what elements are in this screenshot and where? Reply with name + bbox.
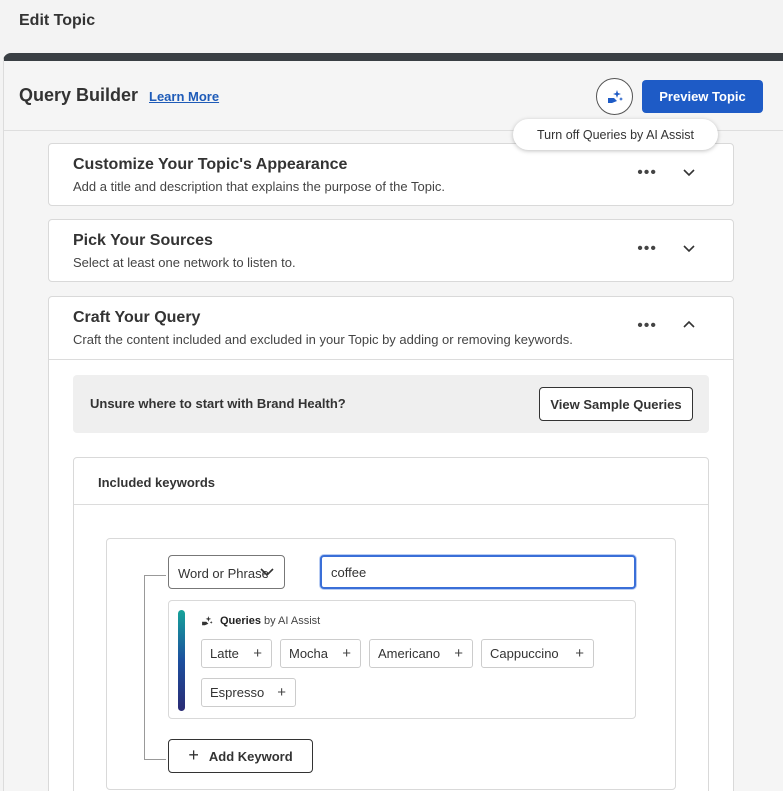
preview-topic-button[interactable]: Preview Topic [642,80,763,113]
chip-label: Espresso [210,685,265,700]
ai-gradient-bar [178,610,185,711]
suggestion-chip-cappuccino[interactable]: Cappuccino + [481,639,594,668]
add-keyword-button[interactable]: + Add Keyword [168,739,313,773]
plus-icon: + [253,645,262,662]
more-options-icon[interactable]: ••• [637,317,657,335]
section-sources[interactable]: Pick Your Sources Select at least one ne… [48,219,734,282]
section-appearance[interactable]: Customize Your Topic's Appearance Add a … [48,143,734,206]
plus-icon: + [188,744,199,765]
chevron-up-icon[interactable] [683,319,695,331]
page-header: Edit Topic [0,0,783,52]
section-title: Customize Your Topic's Appearance [73,156,348,173]
suggestion-chip-latte[interactable]: Latte + [201,639,272,668]
sample-queries-prompt: Unsure where to start with Brand Health? [90,396,346,411]
query-builder-title: Query Builder [19,85,139,105]
ai-assist-toggle-button[interactable] [596,78,633,115]
plus-icon: + [575,645,584,662]
section-description: Add a title and description that explain… [73,179,445,194]
page-title: Edit Topic [19,12,96,29]
keyword-group: Word or Phrase Queries by AI Assist [106,538,676,790]
ai-assist-icon [607,89,623,103]
section-header[interactable]: Craft Your Query Craft the content inclu… [49,297,733,360]
section-title: Pick Your Sources [73,232,213,249]
plus-icon: + [277,684,286,701]
more-options-icon[interactable]: ••• [637,164,657,182]
chip-label: Latte [210,646,239,661]
section-craft-query: Craft Your Query Craft the content inclu… [48,296,734,791]
ai-assist-icon [202,616,213,626]
section-title: Craft Your Query [73,309,201,326]
learn-more-link[interactable]: Learn More [149,89,219,104]
included-keywords-header: Included keywords [74,458,708,505]
more-options-icon[interactable]: ••• [637,240,657,258]
ai-label-strong: Queries [220,615,261,627]
suggestion-chip-mocha[interactable]: Mocha + [280,639,361,668]
plus-icon: + [342,645,351,662]
chip-label: Cappuccino [490,646,559,661]
ai-suggestions-box: Queries by AI Assist Latte + Mocha + Ameri… [168,600,636,719]
suggestion-chip-espresso[interactable]: Espresso + [201,678,296,707]
query-builder-panel: Query Builder Learn More Preview Topic T… [3,53,783,791]
keyword-input[interactable] [320,555,636,589]
group-connector-line [144,575,166,760]
add-keyword-label: Add Keyword [208,748,293,764]
ai-label-rest: by AI Assist [263,615,321,627]
chip-label: Americano [378,646,441,661]
section-description: Select at least one network to listen to… [73,255,296,270]
included-keywords-title: Included keywords [98,475,216,490]
match-type-value: Word or Phrase [178,566,269,581]
included-keywords-box: Included keywords Word or Phrase coffee … [73,457,709,791]
plus-icon: + [454,645,463,662]
suggestion-chip-americano[interactable]: Americano + [369,639,473,668]
sample-queries-banner: Unsure where to start with Brand Health?… [73,375,709,433]
section-description: Craft the content included and excluded … [73,332,573,347]
ai-assist-label: Queries by AI Assist [200,614,320,628]
chip-label: Mocha [289,646,329,661]
match-type-select[interactable]: Word or Phrase [168,555,285,589]
chevron-down-icon[interactable] [683,242,695,254]
ai-assist-tooltip: Turn off Queries by AI Assist [513,119,718,150]
chevron-down-icon[interactable] [683,166,695,178]
chevron-down-icon [260,568,274,577]
view-sample-queries-button[interactable]: View Sample Queries [539,387,693,421]
